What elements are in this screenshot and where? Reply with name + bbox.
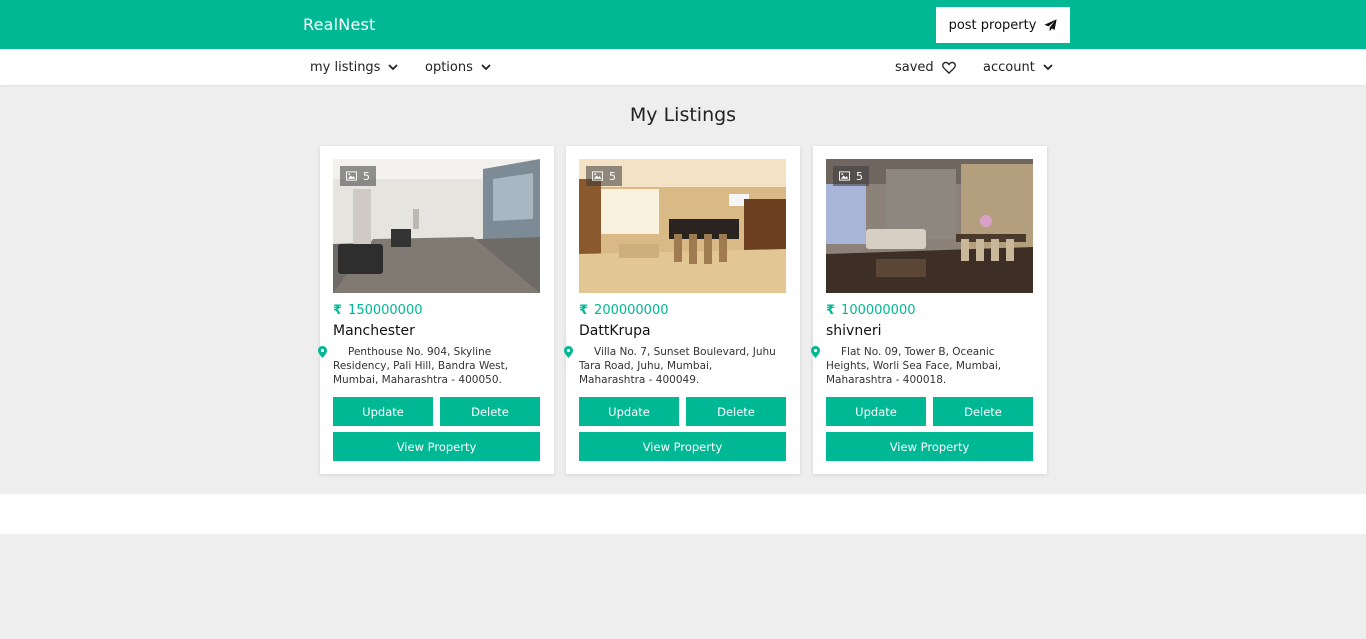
image-icon	[839, 171, 850, 181]
nav-account[interactable]: account	[983, 49, 1053, 85]
listing-address: Penthouse No. 904, Skyline Residency, Pa…	[318, 345, 533, 387]
property-photo[interactable]: 5	[333, 159, 540, 293]
listing-address: Flat No. 09, Tower B, Oceanic Heights, W…	[811, 345, 1026, 387]
post-property-label: post property	[948, 17, 1037, 33]
listing-address-text: Penthouse No. 904, Skyline Residency, Pa…	[333, 346, 509, 386]
listing-address: Villa No. 7, Sunset Boulevard, Juhu Tara…	[564, 345, 779, 387]
page-title: My Listings	[629, 104, 737, 126]
view-property-button[interactable]: View Property	[579, 432, 786, 461]
chevron-down-icon	[481, 64, 491, 71]
listing-price: ₹ 150000000	[333, 303, 423, 318]
rupee-icon: ₹	[826, 303, 836, 318]
update-button[interactable]: Update	[579, 397, 679, 426]
delete-button[interactable]: Delete	[440, 397, 540, 426]
photo-count-value: 5	[363, 169, 370, 183]
delete-button[interactable]: Delete	[933, 397, 1033, 426]
top-header: RealNest post property	[0, 0, 1366, 49]
photo-count-value: 5	[856, 169, 863, 183]
photo-count-badge: 5	[586, 166, 622, 186]
listing-price-value: 200000000	[594, 303, 669, 318]
listing-price: ₹ 200000000	[579, 303, 669, 318]
nav-my-listings[interactable]: my listings	[310, 49, 399, 85]
listing-price: ₹ 100000000	[826, 303, 916, 318]
listing-price-value: 150000000	[348, 303, 423, 318]
view-property-button[interactable]: View Property	[826, 432, 1033, 461]
listing-card: 5 ₹ 100000000 shivneri Flat No. 09, Towe…	[811, 146, 1047, 474]
rupee-icon: ₹	[579, 303, 589, 318]
chevron-down-icon	[388, 64, 399, 71]
update-button[interactable]: Update	[333, 397, 433, 426]
chevron-down-icon	[1043, 64, 1053, 71]
secondary-navbar: my listings options saved account	[0, 49, 1366, 85]
property-photo[interactable]: 5	[826, 159, 1033, 293]
update-button[interactable]: Update	[826, 397, 926, 426]
photo-count-badge: 5	[833, 166, 869, 186]
location-pin-icon	[318, 346, 327, 358]
listing-address-text: Villa No. 7, Sunset Boulevard, Juhu Tara…	[579, 346, 776, 386]
photo-count-badge: 5	[340, 166, 376, 186]
delete-button[interactable]: Delete	[686, 397, 786, 426]
image-icon	[346, 171, 357, 181]
nav-saved[interactable]: saved	[895, 49, 956, 85]
view-property-button[interactable]: View Property	[333, 432, 540, 461]
rupee-icon: ₹	[333, 303, 343, 318]
property-photo[interactable]: 5	[579, 159, 786, 293]
image-icon	[592, 171, 603, 181]
nav-options[interactable]: options	[425, 49, 491, 85]
nav-account-label: account	[983, 59, 1035, 75]
nav-saved-label: saved	[895, 59, 934, 75]
listing-name: DattKrupa	[579, 323, 651, 339]
listing-price-value: 100000000	[841, 303, 916, 318]
listing-name: shivneri	[826, 323, 882, 339]
listing-address-text: Flat No. 09, Tower B, Oceanic Heights, W…	[826, 346, 1002, 386]
listing-card: 5 ₹ 200000000 DattKrupa Villa No. 7, Sun…	[564, 146, 800, 474]
paper-plane-icon	[1044, 18, 1058, 31]
photo-count-value: 5	[609, 169, 616, 183]
location-pin-icon	[811, 346, 820, 358]
post-property-button[interactable]: post property	[936, 7, 1070, 43]
nav-options-label: options	[425, 59, 473, 75]
location-pin-icon	[564, 346, 573, 358]
nav-my-listings-label: my listings	[310, 59, 381, 75]
brand-logo[interactable]: RealNest	[303, 15, 376, 34]
listing-name: Manchester	[333, 323, 415, 339]
footer	[0, 494, 1366, 534]
heart-icon	[941, 61, 956, 74]
listing-card: 5 ₹ 150000000 Manchester Penthouse No. 9…	[318, 146, 554, 474]
